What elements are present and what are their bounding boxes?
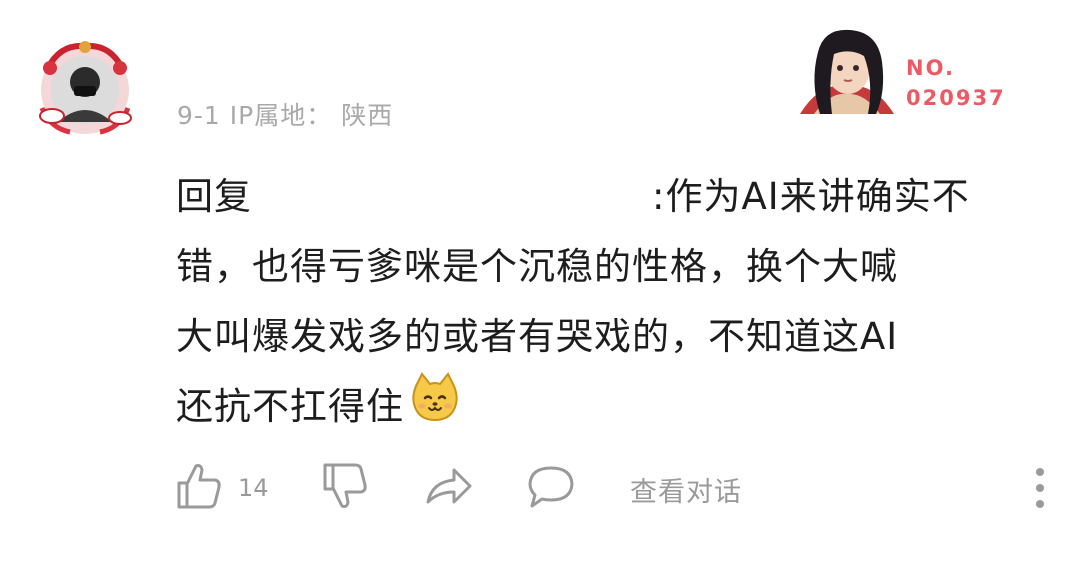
comment-line-4-text: 还抗不扛得住 xyxy=(176,385,404,428)
comment-bubble-icon xyxy=(528,466,574,508)
share-arrow-icon xyxy=(426,468,472,504)
like-button[interactable] xyxy=(176,462,222,514)
ip-label: IP属地： xyxy=(229,101,333,130)
thumbs-up-icon xyxy=(177,464,221,509)
badge-number: 020937 xyxy=(906,86,1006,110)
avatar[interactable] xyxy=(30,38,140,138)
cat-smile-emoji-icon xyxy=(410,372,460,445)
comment-line-1-text: :作为AI来讲确实不 xyxy=(652,175,970,218)
more-vertical-icon xyxy=(1036,468,1044,508)
comment-text: 回复 :作为AI来讲确实不 错，也得亏爹咪是个沉稳的性格，换个大喊 大叫爆发戏多的… xyxy=(176,162,1046,442)
fan-badge-image[interactable] xyxy=(790,22,902,118)
badge-label: NO. xyxy=(906,56,955,80)
reply-button[interactable] xyxy=(526,462,576,514)
avatar-frame-icon xyxy=(39,41,132,135)
comment-line-4: 还抗不扛得住 xyxy=(176,372,1046,442)
reply-prefix: 回复 xyxy=(176,175,252,218)
comment-card: 9-1 IP属地： 陕西 NO. 020937 回复 :作为AI来讲确实不 错，也… xyxy=(0,0,1080,580)
comment-line-3: 大叫爆发戏多的或者有哭戏的，不知道这AI xyxy=(176,315,899,358)
ip-location: 陕西 xyxy=(341,101,394,130)
thumbs-down-icon xyxy=(323,463,367,508)
dislike-button[interactable] xyxy=(322,462,368,514)
action-bar: 14 查看对话 xyxy=(176,462,1050,514)
fan-badge-number: NO. 020937 xyxy=(906,53,1006,113)
view-conversation-link[interactable]: 查看对话 xyxy=(630,470,742,509)
comment-meta: 9-1 IP属地： 陕西 xyxy=(177,96,393,132)
share-button[interactable] xyxy=(424,462,474,514)
comment-date: 9-1 xyxy=(177,101,221,130)
fan-badge-icon xyxy=(800,29,894,114)
like-count: 14 xyxy=(238,474,269,502)
comment-line-2: 错，也得亏爹咪是个沉稳的性格，换个大喊 xyxy=(176,245,898,288)
more-options-button[interactable] xyxy=(1030,466,1050,514)
comment-line-1: 回复 :作为AI来讲确实不 xyxy=(176,162,1046,232)
